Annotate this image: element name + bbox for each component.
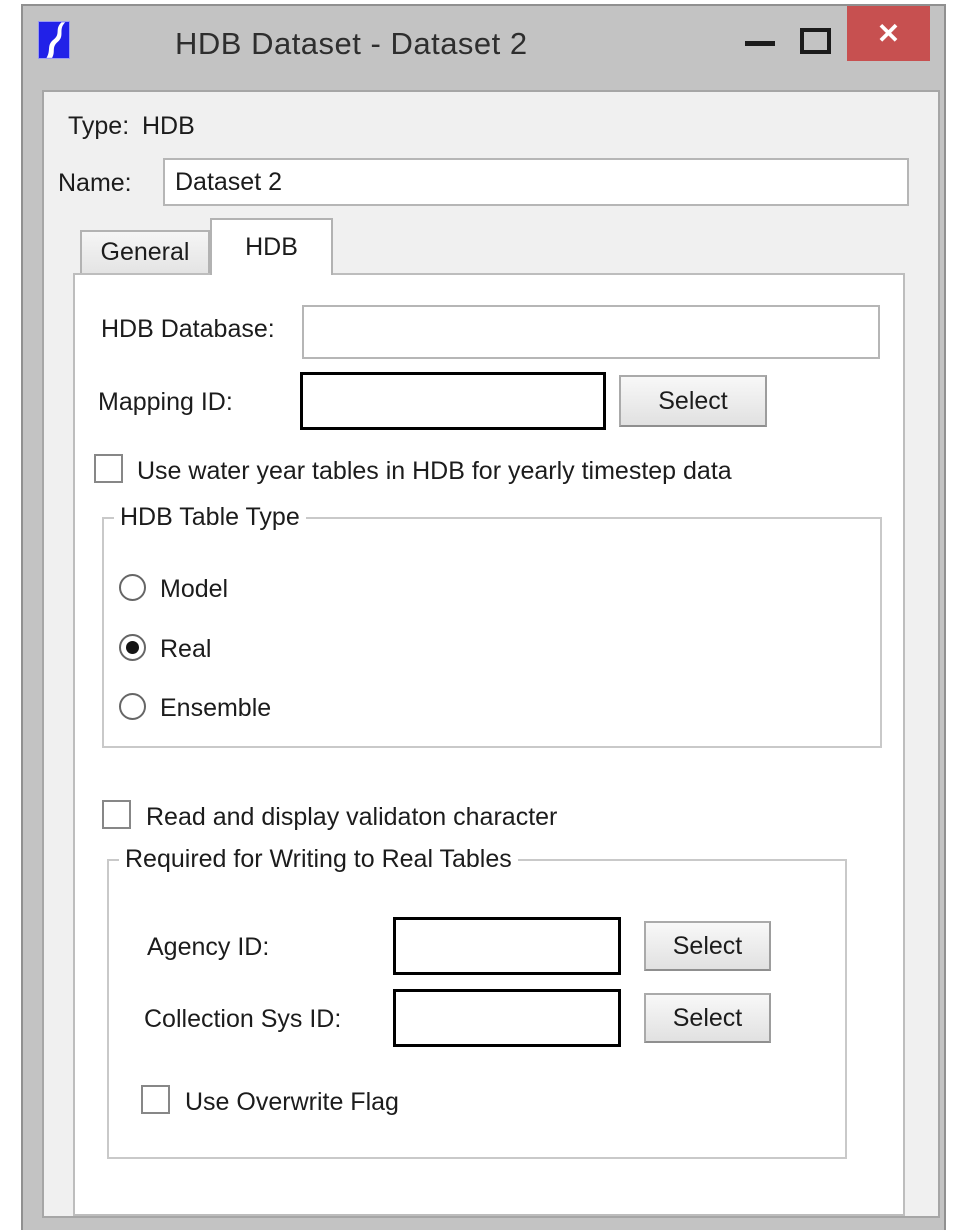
validation-checkbox-label[interactable]: Read and display validaton character bbox=[146, 803, 557, 832]
hdb-table-type-group: HDB Table Type Model Real Ensemble bbox=[102, 517, 882, 748]
tab-general[interactable]: General bbox=[80, 230, 210, 273]
mapping-id-input[interactable] bbox=[300, 372, 606, 430]
type-value: HDB bbox=[142, 112, 195, 141]
agency-id-input[interactable] bbox=[393, 917, 621, 975]
collection-sys-id-input[interactable] bbox=[393, 989, 621, 1047]
water-year-checkbox[interactable] bbox=[94, 454, 123, 483]
overwrite-flag-checkbox[interactable] bbox=[141, 1085, 170, 1114]
radio-ensemble[interactable] bbox=[119, 693, 146, 720]
writing-group-title: Required for Writing to Real Tables bbox=[119, 845, 518, 874]
water-year-checkbox-label[interactable]: Use water year tables in HDB for yearly … bbox=[137, 457, 732, 486]
mapping-id-label: Mapping ID: bbox=[98, 388, 233, 417]
maximize-icon bbox=[800, 28, 831, 54]
hdb-database-input[interactable] bbox=[302, 305, 880, 359]
radio-model[interactable] bbox=[119, 574, 146, 601]
tab-hdb-label: HDB bbox=[245, 233, 298, 262]
minimize-icon bbox=[745, 41, 775, 46]
agency-select-button[interactable]: Select bbox=[644, 921, 771, 971]
minimize-button[interactable] bbox=[723, 6, 793, 62]
hdb-tab-panel: HDB Database: Mapping ID: Select Use wat… bbox=[73, 273, 905, 1216]
mapping-select-button[interactable]: Select bbox=[619, 375, 767, 427]
radio-model-label[interactable]: Model bbox=[160, 575, 228, 604]
name-label: Name: bbox=[58, 169, 132, 198]
radio-real-label[interactable]: Real bbox=[160, 635, 211, 664]
maximize-button[interactable] bbox=[793, 6, 849, 62]
type-label: Type: bbox=[68, 112, 129, 141]
riverware-logo-icon[interactable] bbox=[38, 21, 70, 59]
hdb-database-label: HDB Database: bbox=[101, 315, 275, 344]
agency-id-label: Agency ID: bbox=[147, 933, 269, 962]
close-button[interactable]: ✕ bbox=[847, 6, 930, 61]
tab-general-label: General bbox=[101, 238, 190, 267]
collection-select-button[interactable]: Select bbox=[644, 993, 771, 1043]
window-title: HDB Dataset - Dataset 2 bbox=[175, 26, 528, 62]
writing-group: Required for Writing to Real Tables Agen… bbox=[107, 859, 847, 1159]
close-icon: ✕ bbox=[877, 17, 900, 50]
dialog-window: HDB Dataset - Dataset 2 ✕ Type: HDB Name… bbox=[21, 4, 946, 1230]
name-input[interactable] bbox=[163, 158, 909, 206]
dialog-body: Type: HDB Name: General HDB HDB Database… bbox=[42, 90, 940, 1218]
radio-ensemble-label[interactable]: Ensemble bbox=[160, 694, 271, 723]
validation-checkbox[interactable] bbox=[102, 800, 131, 829]
collection-sys-id-label: Collection Sys ID: bbox=[144, 1005, 341, 1034]
hdb-table-type-group-title: HDB Table Type bbox=[114, 503, 306, 532]
overwrite-flag-checkbox-label[interactable]: Use Overwrite Flag bbox=[185, 1088, 399, 1117]
title-bar[interactable]: HDB Dataset - Dataset 2 ✕ bbox=[23, 6, 944, 90]
radio-real[interactable] bbox=[119, 634, 146, 661]
tab-hdb[interactable]: HDB bbox=[210, 218, 333, 275]
